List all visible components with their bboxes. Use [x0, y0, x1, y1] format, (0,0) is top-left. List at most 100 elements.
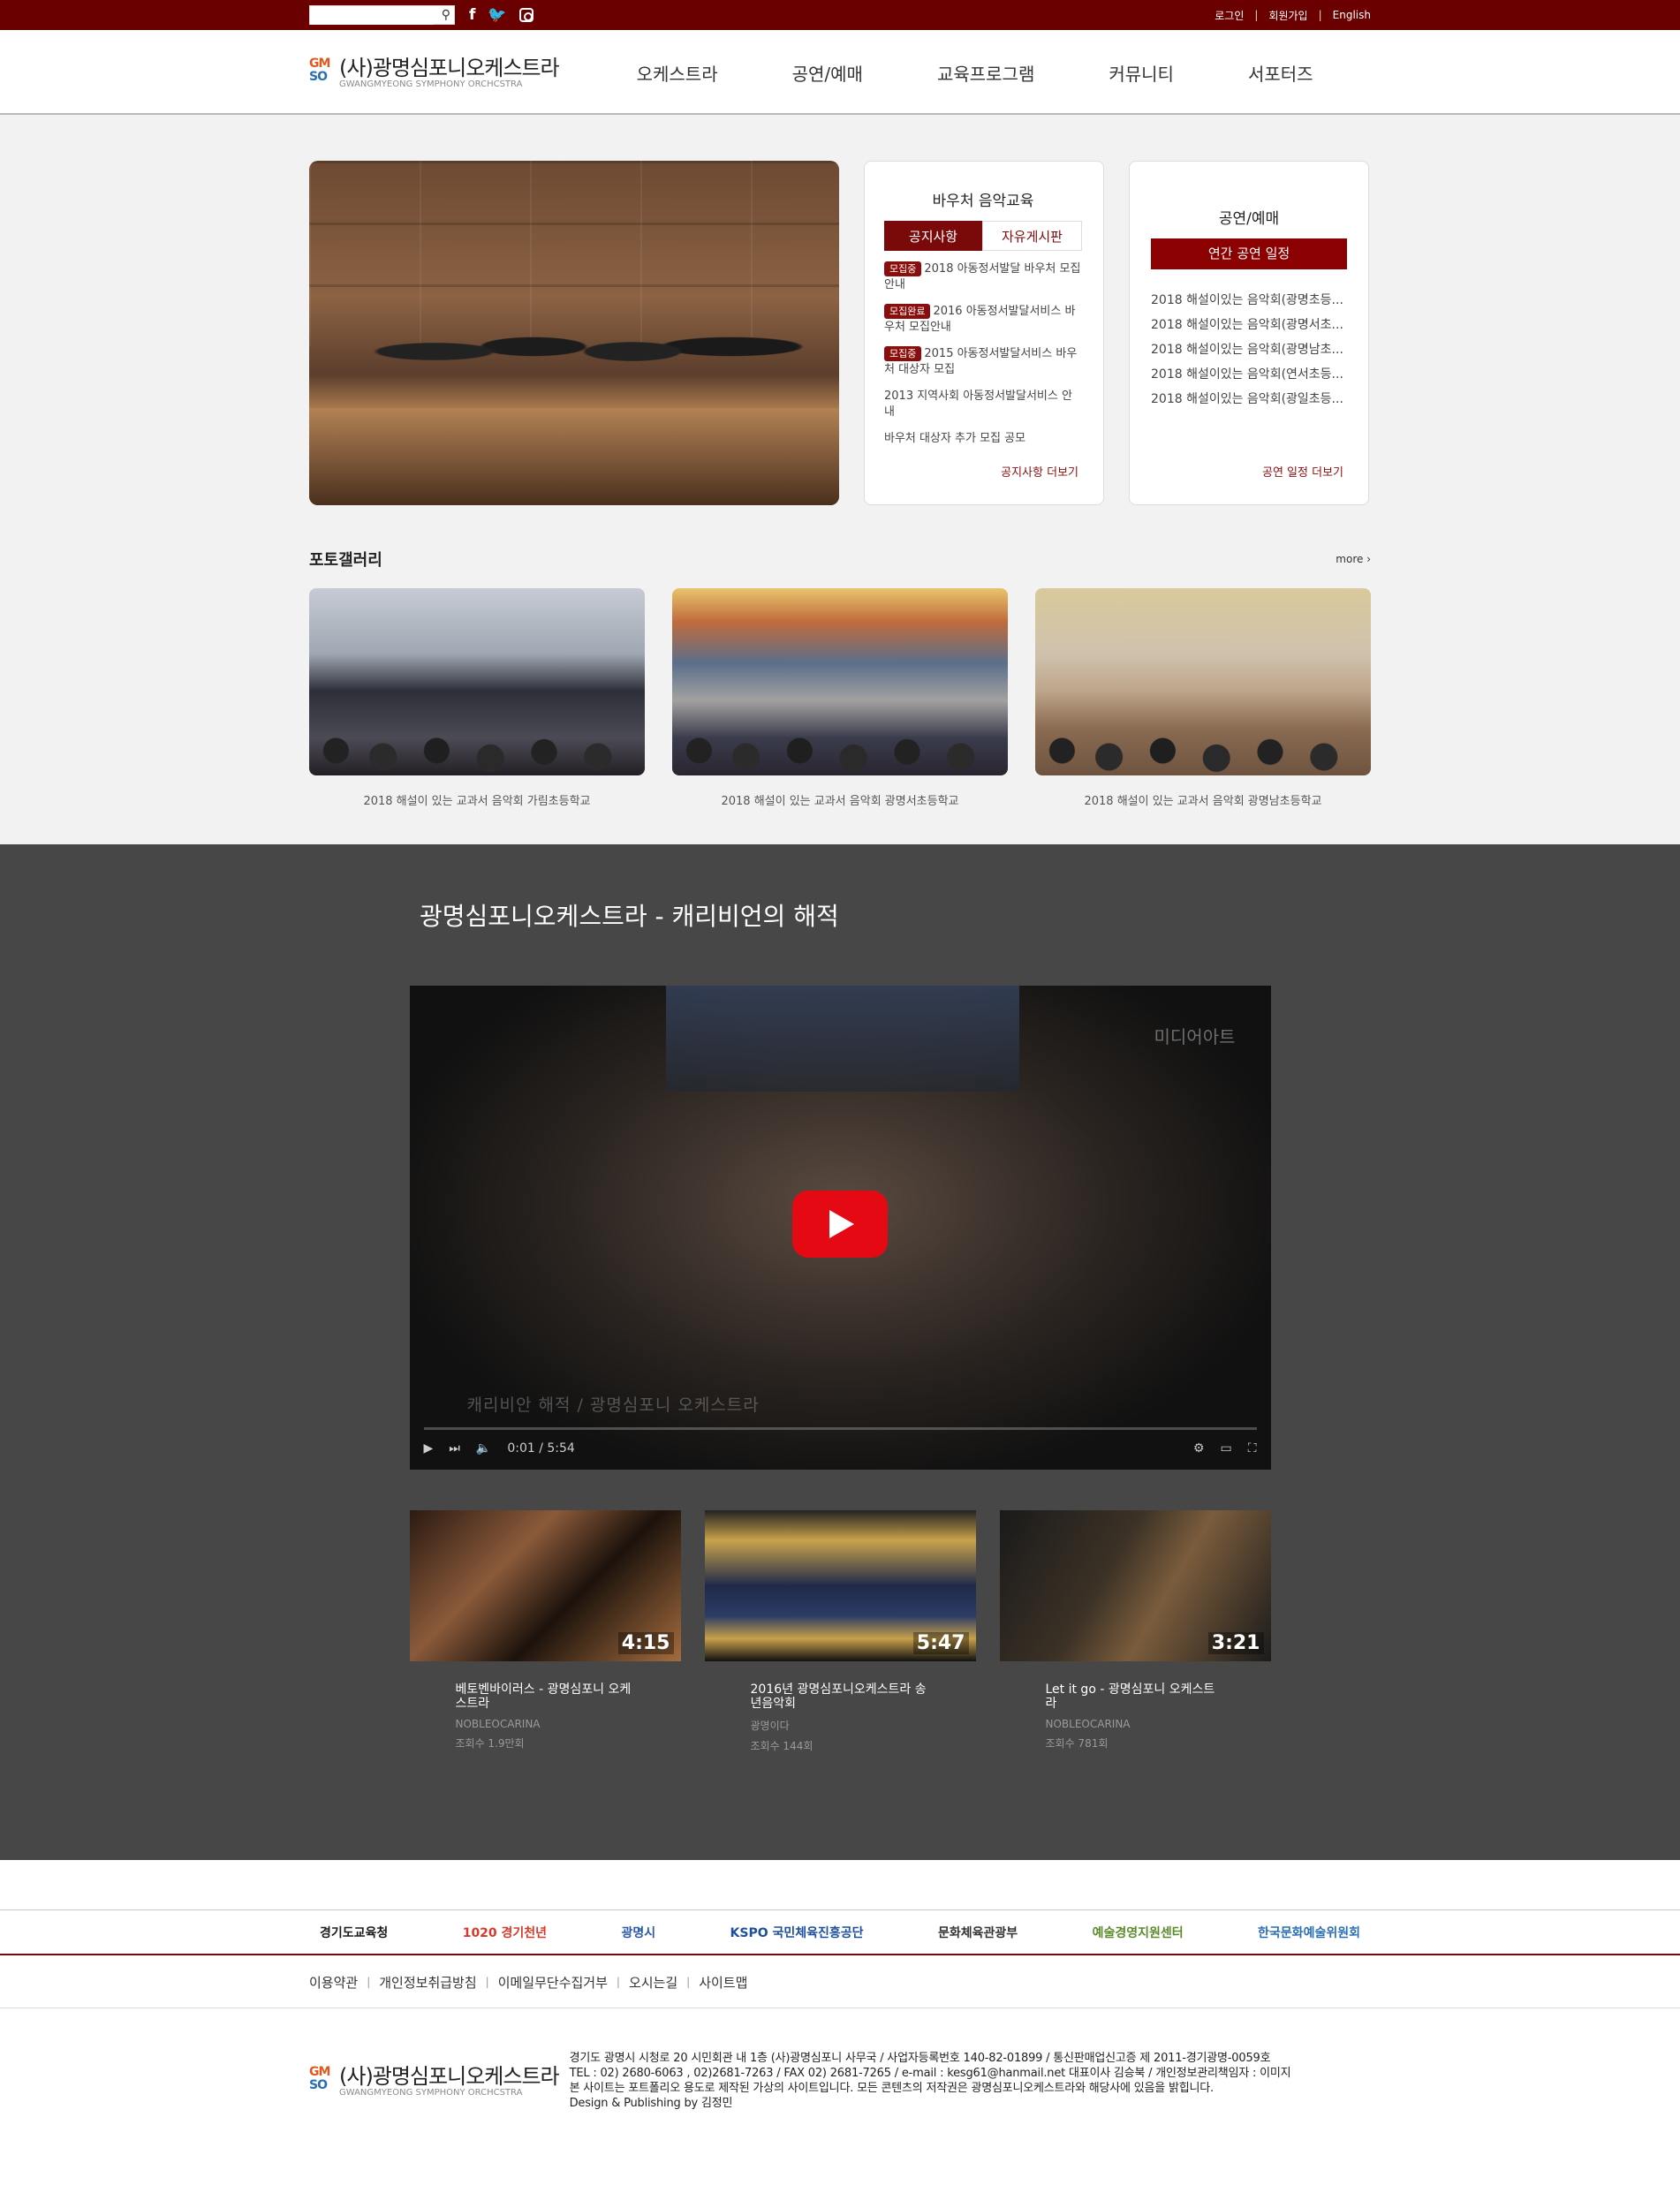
- partner-logos: 경기도교육청 1020 경기천년 광명시 KSPO 국민체육진흥공단 문화체육관광부 예술…: [0, 1909, 1680, 1955]
- notice-more-link[interactable]: 공지사항 더보기: [1001, 463, 1078, 480]
- nav-community[interactable]: 커뮤니티: [1109, 60, 1174, 86]
- nav-performance[interactable]: 공연/예매: [792, 60, 863, 86]
- video-thumbnail[interactable]: 3:21: [999, 1510, 1271, 1661]
- video-section-title: 광명심포니오케스트라 - 캐리비언의 해적: [420, 902, 839, 931]
- video-channel: NOBLEOCARINA: [455, 1718, 541, 1730]
- signup-link[interactable]: 회원가입: [1268, 8, 1307, 23]
- partner-logo[interactable]: 한국문화예술위원회: [1258, 1924, 1360, 1941]
- play-icon[interactable]: [791, 1191, 888, 1258]
- list-item[interactable]: 2013 지역사회 아동정서발달서비스 안내: [884, 389, 1082, 420]
- site-logo[interactable]: GM SO (사)광명심포니오케스트라 GWANGMYEONG SYMPHONY…: [309, 55, 560, 89]
- gallery-more-link[interactable]: more ›: [1336, 553, 1371, 565]
- performance-card: 공연/예매 연간 공연 일정 2018 해설이있는 음악회(광명초등... 20…: [1129, 161, 1369, 505]
- video-overlay-caption: 캐리비안 해적 / 광명심포니 오케스트라: [466, 1395, 760, 1415]
- search-icon[interactable]: ⚲: [442, 8, 450, 22]
- search-input[interactable]: [310, 7, 434, 25]
- footer-link-privacy[interactable]: 개인정보취급방침: [379, 1973, 476, 1992]
- play-small-icon[interactable]: ▶: [424, 1441, 434, 1456]
- footer-link-sitemap[interactable]: 사이트맵: [699, 1973, 747, 1992]
- video-thumbnail[interactable]: 5:47: [704, 1510, 976, 1661]
- hero-concert-photo: [309, 161, 839, 505]
- performance-list: 2018 해설이있는 음악회(광명초등... 2018 해설이있는 음악회(광명…: [1151, 292, 1347, 407]
- video-item[interactable]: 5:47 2016년 광명심포니오케스트라 송년음악회 광명이다 조회수 144…: [704, 1510, 976, 1753]
- list-item[interactable]: 모집중 2015 아동정서발달서비스 바우처 대상자 모집: [884, 346, 1082, 378]
- status-badge: 모집중: [884, 346, 922, 361]
- video-title[interactable]: 2016년 광명심포니오케스트라 송년음악회: [751, 1682, 930, 1711]
- theater-mode-icon[interactable]: ▭: [1220, 1441, 1231, 1456]
- facebook-icon[interactable]: f: [469, 7, 475, 23]
- partner-logo[interactable]: 1020 경기천년: [463, 1924, 547, 1941]
- nav-supporters[interactable]: 서포터즈: [1248, 60, 1313, 86]
- gallery-title: 포토갤러리: [309, 551, 382, 570]
- gallery-photo[interactable]: [1035, 588, 1371, 775]
- gallery-item[interactable]: 2018 해설이 있는 교과서 음악회 가림초등학교: [309, 588, 645, 808]
- next-icon[interactable]: ⏭: [449, 1441, 460, 1456]
- footer-logo-subtitle: GWANGMYEONG SYMPHONY ORCHCSTRA: [339, 2087, 523, 2098]
- settings-icon[interactable]: ⚙: [1193, 1441, 1205, 1456]
- footer-link-email-policy[interactable]: 이메일무단수집거부: [498, 1973, 608, 1992]
- footer-nav: 이용약관 | 개인정보취급방침 | 이메일무단수집거부 | 오시는길 | 사이트…: [0, 1955, 1680, 2008]
- logo-mark-icon: GM SO: [309, 2065, 330, 2092]
- logo-mark-icon: GM SO: [309, 57, 330, 84]
- login-link[interactable]: 로그인: [1215, 8, 1244, 23]
- video-controls: ▶ ⏭ 🔈 0:01 / 5:54 ⚙ ▭ ⛶: [410, 1427, 1271, 1470]
- tab-notice[interactable]: 공지사항: [884, 221, 982, 251]
- volume-icon[interactable]: 🔈: [476, 1441, 491, 1456]
- list-item[interactable]: 바우처 대상자 추가 모집 공모: [884, 431, 1082, 447]
- video-player[interactable]: 미디어아트 캐리비안 해적 / 광명심포니 오케스트라 ▶ ⏭ 🔈 0:01 /…: [409, 986, 1271, 1470]
- logo-title: (사)광명심포니오케스트라: [339, 55, 560, 80]
- instagram-icon[interactable]: [518, 7, 534, 22]
- video-duration: 5:47: [912, 1632, 969, 1654]
- site-header: GM SO (사)광명심포니오케스트라 GWANGMYEONG SYMPHONY…: [0, 30, 1680, 115]
- list-item[interactable]: 2018 해설이있는 음악회(광일초등...: [1151, 391, 1347, 407]
- video-title[interactable]: 베토벤바이러스 - 광명심포니 오케스트라: [456, 1682, 635, 1711]
- performance-more-link[interactable]: 공연 일정 더보기: [1262, 463, 1343, 480]
- video-title[interactable]: Let it go - 광명심포니 오케스트라: [1046, 1682, 1225, 1711]
- sns-links: f 🐦: [469, 7, 534, 23]
- footer-link-terms[interactable]: 이용약관: [309, 1973, 358, 1992]
- time-display: 0:01 / 5:54: [507, 1441, 575, 1456]
- video-section: 광명심포니오케스트라 - 캐리비언의 해적 미디어아트 캐리비안 해적 / 광명…: [0, 844, 1680, 1860]
- gallery-caption: 2018 해설이 있는 교과서 음악회 광명남초등학교: [1084, 795, 1322, 808]
- top-utility-bar: ⚲ f 🐦 로그인 | 회원가입 | English: [0, 0, 1680, 30]
- nav-orchestra[interactable]: 오케스트라: [637, 60, 718, 86]
- list-item[interactable]: 모집중 2018 아동정서발달 바우처 모집안내: [884, 261, 1082, 293]
- gallery-caption: 2018 해설이 있는 교과서 음악회 광명서초등학교: [721, 795, 959, 808]
- video-thumbnail[interactable]: 4:15: [409, 1510, 681, 1661]
- main-content: 바우처 음악교육 공지사항 자유게시판 모집중 2018 아동정서발달 바우처 모…: [0, 115, 1680, 844]
- list-item[interactable]: 2018 해설이있는 음악회(광명서초...: [1151, 317, 1347, 333]
- video-item[interactable]: 3:21 Let it go - 광명심포니 오케스트라 NOBLEOCARIN…: [999, 1510, 1271, 1753]
- footer-link-directions[interactable]: 오시는길: [629, 1973, 677, 1992]
- nav-education[interactable]: 교육프로그램: [937, 60, 1034, 86]
- partner-logo[interactable]: 광명시: [621, 1924, 655, 1941]
- list-item[interactable]: 2018 해설이있는 음악회(광명초등...: [1151, 292, 1347, 308]
- annual-schedule-button[interactable]: 연간 공연 일정: [1151, 238, 1347, 269]
- list-item[interactable]: 모집완료 2016 아동정서발달서비스 바우처 모집안내: [884, 304, 1082, 336]
- logo-subtitle: GWANGMYEONG SYMPHONY ORCHCSTRA: [339, 79, 523, 89]
- footer-logo-title: (사)광명심포니오케스트라: [339, 2063, 560, 2089]
- gallery-caption: 2018 해설이 있는 교과서 음악회 가림초등학교: [363, 795, 591, 808]
- twitter-icon[interactable]: 🐦: [488, 7, 506, 23]
- list-item[interactable]: 2018 해설이있는 음악회(광명남초...: [1151, 342, 1347, 358]
- english-link[interactable]: English: [1333, 9, 1371, 21]
- fullscreen-icon[interactable]: ⛶: [1248, 1441, 1257, 1456]
- list-item[interactable]: 2018 해설이있는 음악회(연서초등...: [1151, 367, 1347, 382]
- gallery-item[interactable]: 2018 해설이 있는 교과서 음악회 광명남초등학교: [1035, 588, 1371, 808]
- gallery-photo[interactable]: [309, 588, 645, 775]
- notice-list: 모집중 2018 아동정서발달 바우처 모집안내 모집완료 2016 아동정서발달서…: [884, 261, 1082, 447]
- partner-logo[interactable]: 예술경영지원센터: [1093, 1924, 1184, 1941]
- video-item[interactable]: 4:15 베토벤바이러스 - 광명심포니 오케스트라 NOBLEOCARINA …: [409, 1510, 681, 1753]
- video-list: 4:15 베토벤바이러스 - 광명심포니 오케스트라 NOBLEOCARINA …: [409, 1510, 1271, 1753]
- partner-logo[interactable]: 경기도교육청: [320, 1924, 388, 1941]
- gallery-photo[interactable]: [672, 588, 1008, 775]
- tab-free-board[interactable]: 자유게시판: [982, 221, 1082, 251]
- divider: |: [1318, 9, 1322, 21]
- partner-logo[interactable]: KSPO 국민체육진흥공단: [730, 1924, 864, 1941]
- notice-tabs: 공지사항 자유게시판: [884, 221, 1082, 251]
- performance-card-title: 공연/예매: [1218, 210, 1280, 228]
- video-views: 조회수 781회: [1045, 1737, 1109, 1750]
- footer-info: GM SO (사)광명심포니오케스트라 GWANGMYEONG SYMPHONY…: [0, 2008, 1680, 2111]
- partner-logo[interactable]: 문화체육관광부: [938, 1924, 1018, 1941]
- gallery-item[interactable]: 2018 해설이 있는 교과서 음악회 광명서초등학교: [672, 588, 1008, 808]
- progress-bar[interactable]: [423, 1427, 1257, 1430]
